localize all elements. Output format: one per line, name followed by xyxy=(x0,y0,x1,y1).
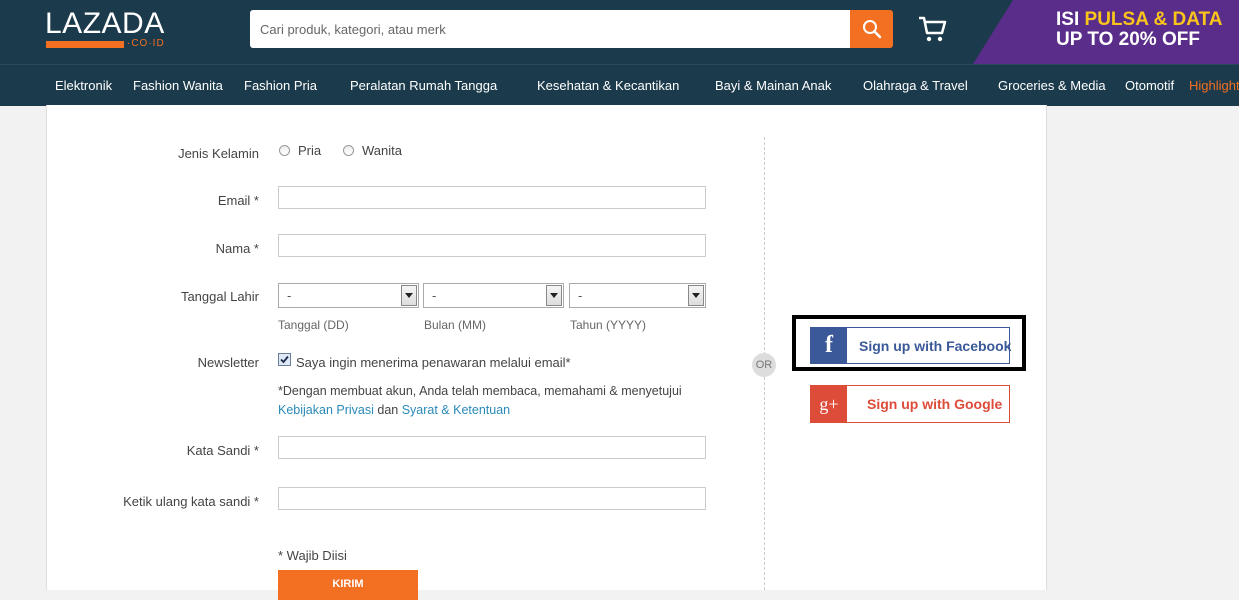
name-label: Nama * xyxy=(215,241,259,256)
gender-option-wanita: Wanita xyxy=(362,143,402,158)
password-label: Kata Sandi * xyxy=(186,443,259,458)
password-field[interactable] xyxy=(278,436,706,459)
promo-banner[interactable]: ISI PULSA & DATA UP TO 20% OFF xyxy=(973,0,1239,64)
consent-text: *Dengan membuat akun, Anda telah membaca… xyxy=(278,384,682,398)
terms-link[interactable]: Syarat & Ketentuan xyxy=(402,403,510,417)
birth-day-value: - xyxy=(287,288,292,303)
facebook-signup-button[interactable]: f Sign up with Facebook xyxy=(810,327,1012,364)
nav-item-otomotif[interactable]: Otomotif xyxy=(1125,78,1174,93)
promo-line2: UP TO 20% OFF xyxy=(1056,29,1200,50)
required-note: * Wajib Diisi xyxy=(278,548,347,563)
nav-item-fashion-wanita[interactable]: Fashion Wanita xyxy=(133,78,223,93)
header: LAZADA ·CO·ID ISI PULSA & DATA UP TO 20%… xyxy=(0,0,1239,64)
search-icon xyxy=(862,20,881,39)
logo-bar xyxy=(46,41,124,48)
promo-line1: ISI PULSA & DATA xyxy=(1056,9,1223,30)
nav-item-highlight[interactable]: Highlight xyxy=(1189,78,1239,93)
checkmark-icon xyxy=(280,355,289,364)
nav-item-olahraga-travel[interactable]: Olahraga & Travel xyxy=(863,78,968,93)
cart-button[interactable] xyxy=(917,14,949,44)
password-confirm-field[interactable] xyxy=(278,487,706,510)
newsletter-checkbox[interactable] xyxy=(278,353,291,366)
birthdate-label: Tanggal Lahir xyxy=(180,289,259,304)
nav-item-kesehatan-kecantikan[interactable]: Kesehatan & Kecantikan xyxy=(537,78,679,93)
gender-radio-wanita[interactable] xyxy=(343,145,354,156)
birth-month-hint: Bulan (MM) xyxy=(424,318,487,332)
email-label: Email * xyxy=(217,193,259,208)
consent-and: dan xyxy=(373,403,402,417)
birth-year-select[interactable]: - xyxy=(569,283,706,308)
birth-day-select[interactable]: - xyxy=(278,283,419,308)
logo-suffix: ·CO·ID xyxy=(127,38,165,49)
lazada-logo[interactable]: LAZADA ·CO·ID xyxy=(45,9,170,53)
nav-item-bayi-mainan-anak[interactable]: Bayi & Mainan Anak xyxy=(715,78,831,93)
cart-icon xyxy=(919,16,947,42)
category-nav: Elektronik Fashion Wanita Fashion Pria P… xyxy=(0,64,1239,106)
facebook-signup-label: Sign up with Facebook xyxy=(859,338,1012,354)
gender-radio-pria[interactable] xyxy=(279,145,290,156)
search-input[interactable] xyxy=(250,10,850,48)
or-badge: OR xyxy=(752,353,776,377)
signup-panel: Jenis Kelamin Pria Wanita Email * Nama *… xyxy=(46,105,1047,600)
gender-option-pria: Pria xyxy=(298,143,322,158)
facebook-icon: f xyxy=(811,328,847,363)
newsletter-text: Saya ingin menerima penawaran melalui em… xyxy=(296,355,571,370)
google-signup-label: Sign up with Google xyxy=(867,396,1003,412)
consent-links: Kebijakan Privasi dan Syarat & Ketentuan xyxy=(278,403,510,417)
chevron-down-icon xyxy=(546,285,562,306)
search-button[interactable] xyxy=(850,10,893,48)
gender-label: Jenis Kelamin xyxy=(178,146,259,161)
nav-item-groceries-media[interactable]: Groceries & Media xyxy=(998,78,1106,93)
password-confirm-label: Ketik ulang kata sandi * xyxy=(123,494,259,509)
name-field[interactable] xyxy=(278,234,706,257)
privacy-policy-link[interactable]: Kebijakan Privasi xyxy=(278,403,374,417)
chevron-down-icon xyxy=(401,285,417,306)
birth-month-value: - xyxy=(432,288,437,303)
birth-day-hint: Tanggal (DD) xyxy=(278,318,349,332)
submit-button[interactable]: KIRIM xyxy=(278,570,418,600)
nav-item-elektronik[interactable]: Elektronik xyxy=(55,78,112,93)
logo-text: LAZADA xyxy=(45,7,165,40)
nav-item-peralatan-rumah-tangga[interactable]: Peralatan Rumah Tangga xyxy=(350,78,497,93)
nav-item-fashion-pria[interactable]: Fashion Pria xyxy=(244,78,317,93)
chevron-down-icon xyxy=(688,285,704,306)
google-signup-button[interactable]: g+ Sign up with Google xyxy=(810,385,1010,423)
newsletter-label: Newsletter xyxy=(197,355,259,370)
search-box xyxy=(250,10,850,48)
email-field[interactable] xyxy=(278,186,706,209)
birth-year-value: - xyxy=(578,288,583,303)
birth-month-select[interactable]: - xyxy=(423,283,564,308)
birth-year-hint: Tahun (YYYY) xyxy=(570,318,647,332)
google-plus-icon: g+ xyxy=(811,386,847,422)
